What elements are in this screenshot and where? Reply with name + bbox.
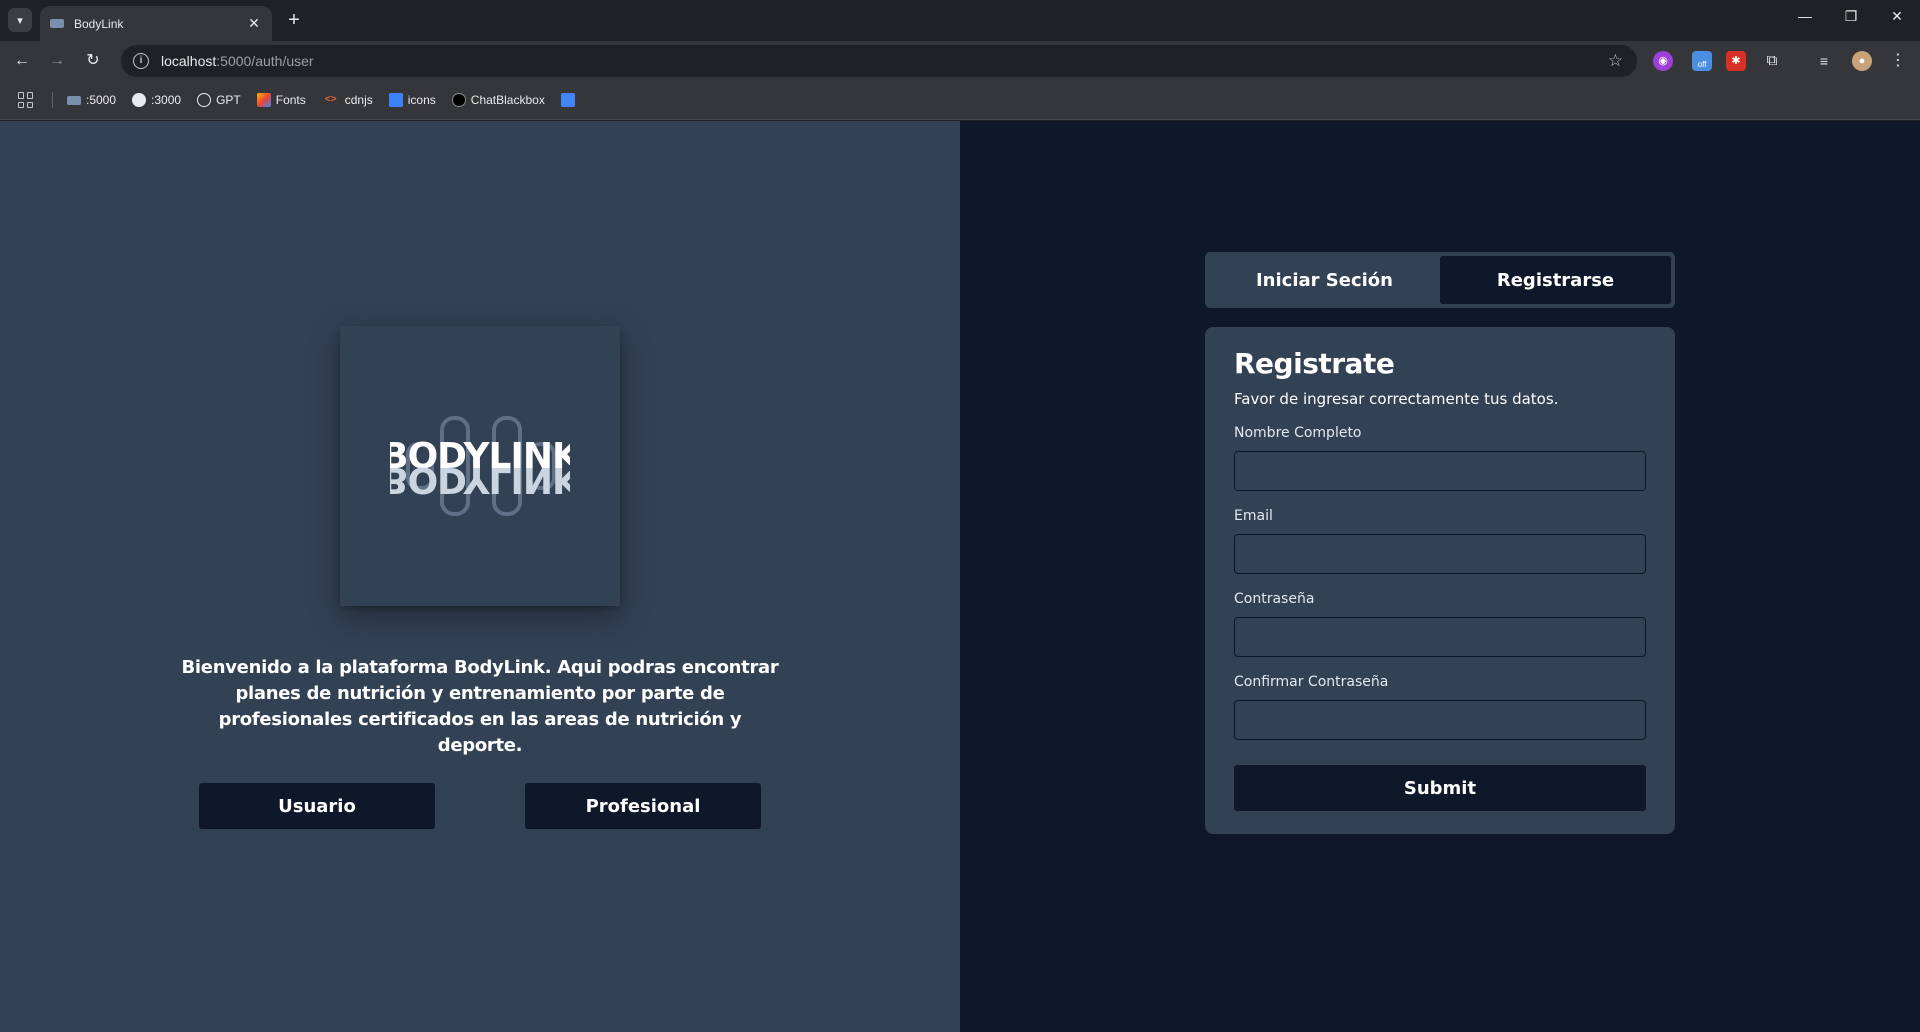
browser-menu-icon[interactable]: ⋮ xyxy=(1888,51,1908,71)
bookmark-favicon-icon xyxy=(67,95,81,105)
tab-login[interactable]: Iniciar Seción xyxy=(1209,256,1440,304)
logo-reflection-text: BODYLINK xyxy=(390,459,570,500)
code-brackets-icon: <> xyxy=(324,94,337,105)
new-tab-button[interactable]: + xyxy=(283,9,305,31)
bookmark-5000[interactable]: :5000 xyxy=(67,93,116,107)
bookmark-docs[interactable] xyxy=(560,93,580,107)
close-window-icon[interactable]: ✕ xyxy=(1882,8,1912,25)
profesional-button[interactable]: Profesional xyxy=(525,783,761,829)
browser-titlebar: ▾ BodyLink ✕ + — ❐ ✕ xyxy=(0,0,1920,41)
openai-icon xyxy=(197,93,212,107)
fullname-label: Nombre Completo xyxy=(1234,425,1362,441)
confirm-password-input[interactable] xyxy=(1234,700,1646,740)
extension-red-icon[interactable]: ✱ xyxy=(1726,51,1746,71)
auth-panel: Iniciar Seción Registrarse Registrate Fa… xyxy=(960,121,1920,1032)
tab-register[interactable]: Registrarse xyxy=(1440,256,1671,304)
flag-icon xyxy=(388,93,403,107)
bookmark-gpt[interactable]: GPT xyxy=(197,93,241,107)
email-label: Email xyxy=(1234,508,1273,524)
site-info-icon[interactable]: i xyxy=(133,53,149,69)
extension-badge: off xyxy=(1697,60,1707,69)
welcome-text: Bienvenido a la plataforma BodyLink. Aqu… xyxy=(181,657,779,756)
forward-icon[interactable]: → xyxy=(45,49,69,73)
submit-button[interactable]: Submit xyxy=(1234,765,1646,811)
logo-card: BODYLINK BODYLINK xyxy=(340,326,620,606)
bookmark-icons[interactable]: icons xyxy=(388,93,436,107)
google-docs-icon xyxy=(560,93,575,107)
extension-purple-icon[interactable]: ◉ xyxy=(1653,51,1673,71)
bookmark-chatblackbox[interactable]: ChatBlackbox xyxy=(451,93,545,107)
form-title: Registrate xyxy=(1234,347,1395,380)
fonts-icon xyxy=(256,93,271,107)
browser-toolbar: ← → ↻ i localhost:5000/auth/user ☆ ◉ off… xyxy=(0,41,1920,81)
bookmark-star-icon[interactable]: ☆ xyxy=(1608,51,1623,71)
bookmarks-bar: :5000 :3000 GPT Fonts <> cdnjs icons Chat… xyxy=(0,81,1920,120)
tab-favicon-icon xyxy=(50,19,64,28)
profile-avatar[interactable]: ● xyxy=(1852,51,1872,71)
extension-off-icon[interactable]: off xyxy=(1692,51,1712,71)
url-host: localhost xyxy=(161,53,217,69)
restore-icon[interactable]: ❐ xyxy=(1836,8,1866,25)
password-label: Contraseña xyxy=(1234,591,1315,607)
tab-title: BodyLink xyxy=(74,16,124,31)
blackbox-icon xyxy=(451,93,466,107)
address-bar[interactable]: i localhost:5000/auth/user ☆ xyxy=(121,45,1637,77)
bookmark-fonts[interactable]: Fonts xyxy=(256,93,306,107)
url-path: :5000/auth/user xyxy=(216,53,314,69)
form-subtitle: Favor de ingresar correctamente tus dato… xyxy=(1234,390,1559,408)
bookmarks-divider xyxy=(52,92,53,108)
register-form: Registrate Favor de ingresar correctamen… xyxy=(1205,327,1675,834)
back-icon[interactable]: ← xyxy=(10,49,34,73)
apps-grid-icon[interactable] xyxy=(18,92,34,108)
minimize-icon[interactable]: — xyxy=(1790,8,1820,24)
welcome-panel: BODYLINK BODYLINK Bienvenido a la plataf… xyxy=(0,121,960,1032)
password-input[interactable] xyxy=(1234,617,1646,657)
page: BODYLINK BODYLINK Bienvenido a la plataf… xyxy=(0,121,1920,1032)
tab-search-button[interactable]: ▾ xyxy=(8,8,32,32)
globe-icon xyxy=(132,93,147,107)
auth-tabs: Iniciar Seción Registrarse xyxy=(1205,252,1675,308)
confirm-password-label: Confirmar Contraseña xyxy=(1234,674,1389,690)
reload-icon[interactable]: ↻ xyxy=(81,49,105,73)
email-input[interactable] xyxy=(1234,534,1646,574)
bookmark-3000[interactable]: :3000 xyxy=(132,93,181,107)
fullname-input[interactable] xyxy=(1234,451,1646,491)
extensions-puzzle-icon[interactable]: ⧉ xyxy=(1762,51,1782,71)
bookmark-cdnjs[interactable]: <> cdnjs xyxy=(322,93,373,107)
media-control-icon[interactable]: ≡ xyxy=(1814,51,1834,71)
bodylink-logo: BODYLINK BODYLINK xyxy=(390,416,570,516)
tab-close-icon[interactable]: ✕ xyxy=(246,15,262,32)
browser-tab[interactable]: BodyLink ✕ xyxy=(40,6,272,41)
usuario-button[interactable]: Usuario xyxy=(199,783,435,829)
